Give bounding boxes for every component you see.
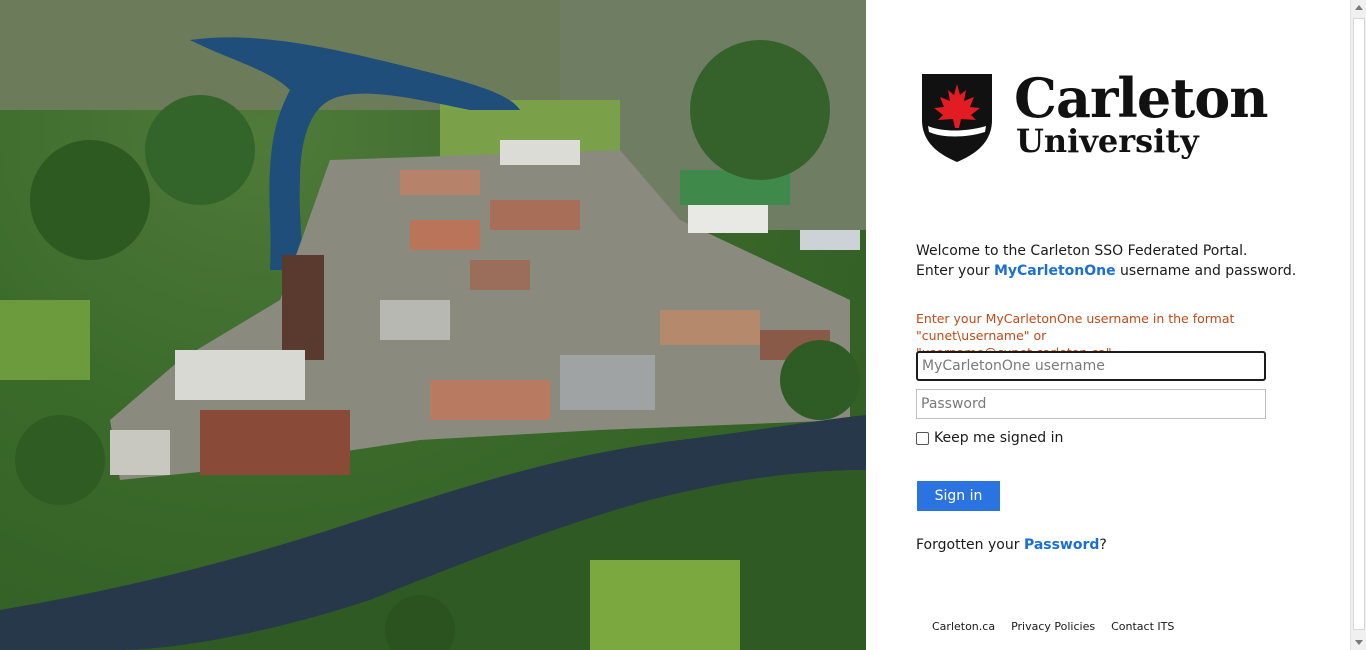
welcome-message: Welcome to the Carleton SSO Federated Po… xyxy=(916,241,1296,281)
carleton-logo: Carleton University xyxy=(918,66,1269,164)
welcome-suffix: username and password. xyxy=(1115,263,1297,279)
forgot-prefix: Forgotten your xyxy=(916,537,1024,553)
campus-aerial-photo xyxy=(0,0,866,650)
keep-signed-in-label: Keep me signed in xyxy=(934,430,1064,446)
welcome-line-2: Enter your MyCarletonOne username and pa… xyxy=(916,261,1296,281)
forgot-suffix: ? xyxy=(1099,537,1107,553)
sign-in-button[interactable]: Sign in xyxy=(917,481,1000,511)
scroll-down-icon[interactable] xyxy=(1355,640,1363,645)
logo-subtitle: University xyxy=(1016,122,1199,160)
footer-link-contact-its[interactable]: Contact ITS xyxy=(1111,620,1174,633)
mycarletonone-link[interactable]: MyCarletonOne xyxy=(994,263,1116,279)
scroll-up-icon[interactable] xyxy=(1355,5,1363,10)
logo-wordmark: Carleton xyxy=(1014,66,1269,130)
footer-link-carleton[interactable]: Carleton.ca xyxy=(932,620,995,633)
password-reset-link[interactable]: Password xyxy=(1024,537,1099,553)
footer-links: Carleton.ca Privacy Policies Contact ITS xyxy=(932,620,1174,633)
error-line-1: Enter your MyCarletonOne username in the… xyxy=(916,311,1235,326)
welcome-line-1: Welcome to the Carleton SSO Federated Po… xyxy=(916,243,1248,259)
keep-signed-in-checkbox[interactable] xyxy=(916,431,929,445)
page-scrollbar[interactable] xyxy=(1350,0,1366,650)
username-input[interactable] xyxy=(916,351,1266,381)
password-input[interactable] xyxy=(916,389,1266,419)
welcome-prefix: Enter your xyxy=(916,263,994,279)
keep-signed-in[interactable]: Keep me signed in xyxy=(916,430,1063,446)
scrollbar-thumb[interactable] xyxy=(1353,18,1365,630)
shield-icon xyxy=(922,74,992,162)
footer-link-privacy[interactable]: Privacy Policies xyxy=(1011,620,1095,633)
forgot-password: Forgotten your Password? xyxy=(916,537,1107,553)
